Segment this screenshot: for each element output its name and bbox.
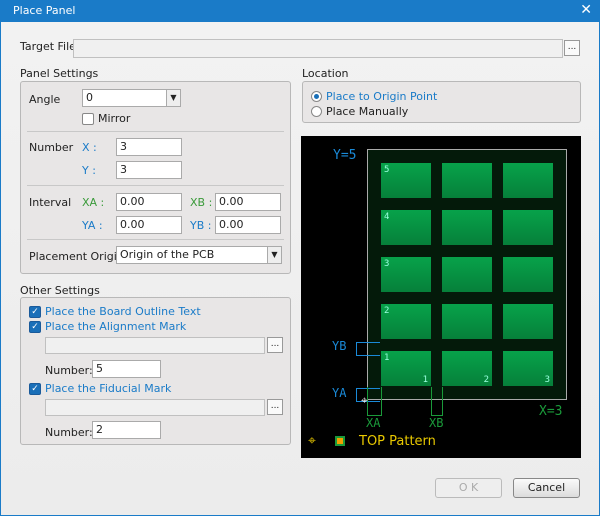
board-outline-checkbox[interactable]: ✓ — [29, 306, 41, 318]
place-manually-label: Place Manually — [326, 105, 409, 118]
fiducial-number-input[interactable]: 2 — [92, 421, 161, 439]
placement-origin-value: Origin of the PCB — [120, 248, 215, 261]
col-number-label: 3 — [544, 375, 550, 385]
close-icon[interactable]: ✕ — [580, 2, 592, 18]
fiducial-browse-button[interactable]: ... — [267, 399, 283, 415]
yb-marker-label: YB — [332, 339, 347, 353]
board-outline-label: Place the Board Outline Text — [45, 305, 201, 318]
xa-label: XA : — [82, 196, 105, 209]
row-number-label: 3 — [384, 259, 390, 269]
y-count-label: Y=5 — [333, 148, 357, 163]
panel-pad — [503, 210, 553, 245]
alignment-number-label: Number: — [45, 364, 93, 377]
yb-dimension — [356, 342, 380, 356]
cancel-button[interactable]: Cancel — [513, 478, 580, 498]
row-number-label: 1 — [384, 353, 390, 363]
number-y-input[interactable]: 3 — [116, 161, 182, 179]
mirror-label: Mirror — [98, 112, 131, 125]
angle-label: Angle — [29, 93, 61, 106]
divider — [27, 239, 284, 240]
target-file-label: Target File — [20, 40, 76, 53]
panel-pad — [442, 257, 492, 292]
panel-pad — [503, 257, 553, 292]
xb-label: XB : — [190, 196, 213, 209]
number-x-label: X : — [82, 141, 97, 154]
xa-dimension — [367, 387, 382, 416]
ok-button[interactable]: O K — [435, 478, 502, 498]
chevron-down-icon[interactable]: ▼ — [267, 247, 281, 263]
row-number-label: 5 — [384, 165, 390, 175]
title-bar: Place Panel ✕ — [0, 0, 600, 22]
divider — [27, 131, 284, 132]
yb-label: YB : — [190, 219, 212, 232]
panel-pad — [503, 304, 553, 339]
ya-marker-label: YA — [332, 386, 347, 400]
legend-label: TOP Pattern — [359, 434, 436, 449]
placement-origin-select[interactable]: Origin of the PCB ▼ — [116, 246, 282, 264]
col-number-label: 1 — [422, 375, 428, 385]
panel-pad: 3 — [381, 257, 431, 292]
yb-input[interactable]: 0.00 — [215, 216, 281, 234]
origin-crosshair-icon: ⌖ — [361, 393, 368, 407]
panel-pad — [442, 210, 492, 245]
divider — [27, 185, 284, 186]
alignment-mark-checkbox[interactable]: ✓ — [29, 321, 41, 333]
ya-label: YA : — [82, 219, 103, 232]
row-number-label: 4 — [384, 212, 390, 222]
panel-settings-title: Panel Settings — [20, 67, 99, 80]
target-file-browse-button[interactable]: ... — [564, 40, 580, 56]
panel-pad — [442, 304, 492, 339]
fiducial-number-label: Number: — [45, 426, 93, 439]
ya-input[interactable]: 0.00 — [116, 216, 182, 234]
interval-label: Interval — [29, 196, 72, 209]
panel-pad: 11 — [381, 351, 431, 386]
xa-marker-label: XA — [366, 416, 381, 430]
place-origin-radio[interactable] — [311, 91, 322, 102]
fiducial-mark-label: Place the Fiducial Mark — [45, 382, 172, 395]
alignment-browse-button[interactable]: ... — [267, 337, 283, 353]
window-title: Place Panel — [13, 4, 76, 17]
target-file-input[interactable] — [73, 39, 563, 58]
panel-pad: 2 — [442, 351, 492, 386]
xa-input[interactable]: 0.00 — [116, 193, 182, 211]
location-title: Location — [302, 67, 349, 80]
panel-pad: 4 — [381, 210, 431, 245]
fiducial-mark-checkbox[interactable]: ✓ — [29, 383, 41, 395]
fiducial-icon: ⌖ — [308, 433, 316, 449]
alignment-number-input[interactable]: 5 — [92, 360, 161, 378]
number-label: Number — [29, 141, 74, 154]
panel-pad: 5 — [381, 163, 431, 198]
angle-select[interactable]: 0 ▼ — [82, 89, 181, 107]
chevron-down-icon[interactable]: ▼ — [166, 90, 180, 106]
xb-marker-label: XB — [429, 416, 444, 430]
number-x-input[interactable]: 3 — [116, 138, 182, 156]
fiducial-file-input[interactable] — [45, 399, 265, 416]
x-count-label: X=3 — [539, 404, 563, 419]
alignment-file-input[interactable] — [45, 337, 265, 354]
row-number-label: 2 — [384, 306, 390, 316]
panel-pad — [442, 163, 492, 198]
pattern-legend-icon — [335, 436, 345, 446]
placement-origin-label: Placement Origin — [29, 250, 124, 263]
place-origin-label: Place to Origin Point — [326, 90, 438, 103]
xb-dimension — [431, 387, 443, 416]
panel-pad: 2 — [381, 304, 431, 339]
place-manually-radio[interactable] — [311, 106, 322, 117]
alignment-mark-label: Place the Alignment Mark — [45, 320, 187, 333]
mirror-checkbox[interactable] — [82, 113, 94, 125]
panel-preview: 54321123 Y=5 X=3 YB YA XA XB ⌖ ⌖ TOP Pat… — [301, 136, 581, 458]
panel-pad — [503, 163, 553, 198]
xb-input[interactable]: 0.00 — [215, 193, 281, 211]
panel-pad: 3 — [503, 351, 553, 386]
number-y-label: Y : — [82, 164, 96, 177]
col-number-label: 2 — [483, 375, 489, 385]
other-settings-title: Other Settings — [20, 284, 100, 297]
angle-value: 0 — [86, 91, 93, 104]
